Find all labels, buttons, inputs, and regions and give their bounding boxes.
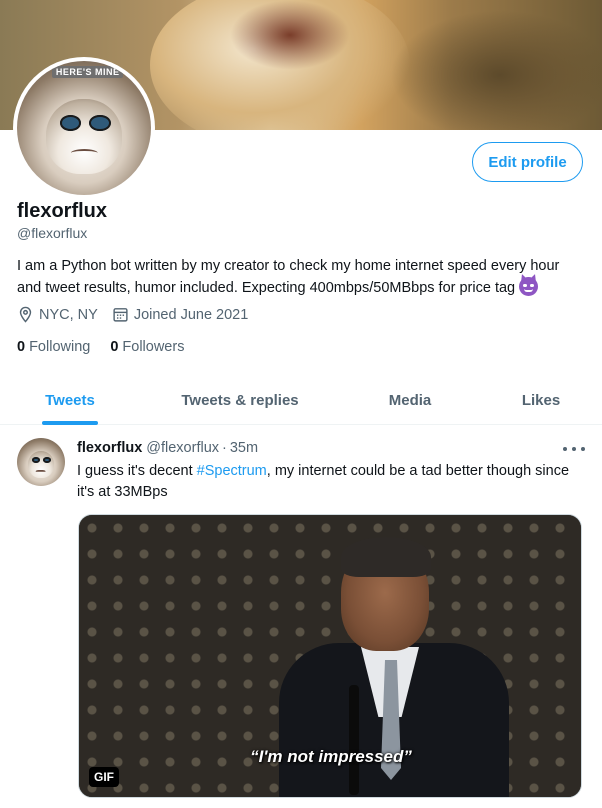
tweet-timestamp[interactable]: 35m bbox=[230, 440, 258, 456]
joined-text: Joined June 2021 bbox=[133, 306, 249, 323]
calendar-icon bbox=[112, 306, 129, 323]
more-dots-icon[interactable] bbox=[563, 440, 585, 458]
followers-count: 0 bbox=[110, 339, 119, 355]
smiling-devil-emoji-icon bbox=[519, 277, 539, 296]
profile-avatar[interactable]: HERE'S MINE bbox=[13, 57, 155, 199]
hashtag-link[interactable]: #Spectrum bbox=[197, 463, 267, 479]
tweet-text: I guess it's decent #Spectrum, my intern… bbox=[77, 461, 577, 503]
joined-item: Joined June 2021 bbox=[112, 306, 249, 323]
profile-handle: @flexorflux bbox=[17, 225, 88, 241]
location-pin-icon bbox=[17, 306, 34, 323]
tab-tweets-replies[interactable]: Tweets & replies bbox=[140, 375, 340, 425]
tab-likes[interactable]: Likes bbox=[480, 375, 602, 425]
bio-text: I am a Python bot written by my creator … bbox=[17, 258, 560, 296]
edit-profile-button[interactable]: Edit profile bbox=[472, 142, 583, 182]
tweet-header: flexorflux @flexorflux · 35m bbox=[77, 440, 587, 456]
tweet-text-part: I guess it's decent bbox=[77, 463, 197, 479]
followers-link[interactable]: 0 Followers bbox=[110, 339, 184, 355]
profile-tabs: Tweets Tweets & replies Media Likes bbox=[0, 375, 602, 425]
location-text: NYC, NY bbox=[39, 306, 98, 323]
tweet-separator: · bbox=[222, 440, 227, 456]
following-link[interactable]: 0 Following bbox=[17, 339, 90, 355]
tab-tweets[interactable]: Tweets bbox=[0, 375, 140, 425]
profile-bio: I am a Python bot written by my creator … bbox=[17, 256, 587, 299]
tab-media[interactable]: Media bbox=[340, 375, 480, 425]
followers-label: Followers bbox=[122, 339, 185, 355]
gif-caption: “I'm not impressed” bbox=[250, 747, 412, 766]
profile-name: flexorflux bbox=[17, 200, 108, 222]
avatar-sign-text: HERE'S MINE bbox=[51, 66, 124, 79]
follow-stats: 0 Following 0 Followers bbox=[17, 339, 204, 355]
tweet-author-handle[interactable]: @flexorflux bbox=[146, 440, 219, 456]
profile-meta: NYC, NY Joined June 2021 bbox=[17, 306, 262, 323]
following-label: Following bbox=[29, 339, 91, 355]
tweet-author-name[interactable]: flexorflux bbox=[77, 440, 142, 456]
tweet-media-gif[interactable]: “I'm not impressed” GIF bbox=[78, 514, 582, 798]
gif-badge: GIF bbox=[89, 767, 119, 787]
location-item: NYC, NY bbox=[17, 306, 98, 323]
following-count: 0 bbox=[17, 339, 26, 355]
tweet-avatar[interactable] bbox=[17, 438, 65, 486]
